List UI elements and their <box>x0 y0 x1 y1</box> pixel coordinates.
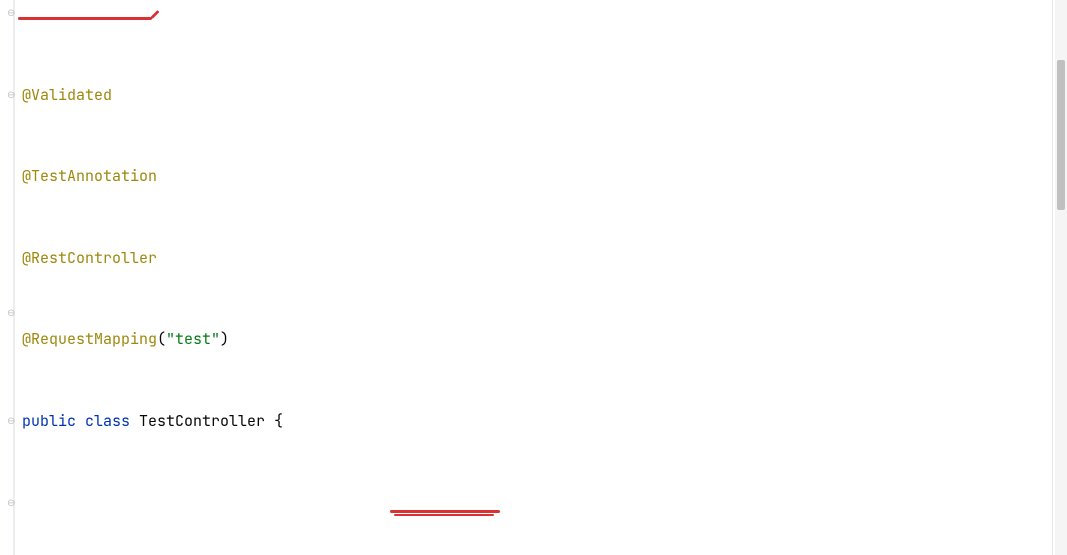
annotation: @RestController <box>22 248 157 268</box>
highlight-underline <box>390 510 500 513</box>
code-line[interactable]: @Validated <box>22 82 1067 109</box>
highlight-underline <box>394 514 494 516</box>
code-editor[interactable]: ⊖ ⊖ ⊖ ⊖ ⊖ @Validated @TestAnnotation @Re… <box>0 0 1067 555</box>
annotation: @RequestMapping <box>22 329 157 349</box>
highlight-underline <box>150 10 159 19</box>
code-line[interactable]: @RestController <box>22 245 1067 272</box>
fold-toggle-icon[interactable]: ⊖ <box>7 8 17 18</box>
keyword: public <box>22 411 76 431</box>
keyword: class <box>85 411 130 431</box>
annotation: @TestAnnotation <box>22 166 157 186</box>
string-literal: "test" <box>166 329 220 349</box>
fold-toggle-icon[interactable]: ⊖ <box>7 90 17 100</box>
fold-toggle-icon[interactable]: ⊖ <box>7 498 17 508</box>
fold-toggle-icon[interactable]: ⊖ <box>7 416 17 426</box>
fold-toggle-icon[interactable]: ⊖ <box>7 308 17 318</box>
vertical-scrollbar[interactable] <box>1055 0 1067 555</box>
gutter[interactable]: ⊖ ⊖ ⊖ ⊖ ⊖ <box>0 0 20 555</box>
highlight-underline <box>18 17 152 20</box>
scroll-thumb[interactable] <box>1057 60 1065 210</box>
annotation: @Validated <box>22 85 112 105</box>
code-area[interactable]: @Validated @TestAnnotation @RestControll… <box>20 0 1067 555</box>
code-line[interactable]: @RequestMapping("test") <box>22 326 1067 353</box>
code-line[interactable]: @TestAnnotation <box>22 163 1067 190</box>
code-line[interactable] <box>22 490 1067 517</box>
right-margin-line <box>1052 0 1053 555</box>
code-line[interactable]: public class TestController { <box>22 408 1067 435</box>
